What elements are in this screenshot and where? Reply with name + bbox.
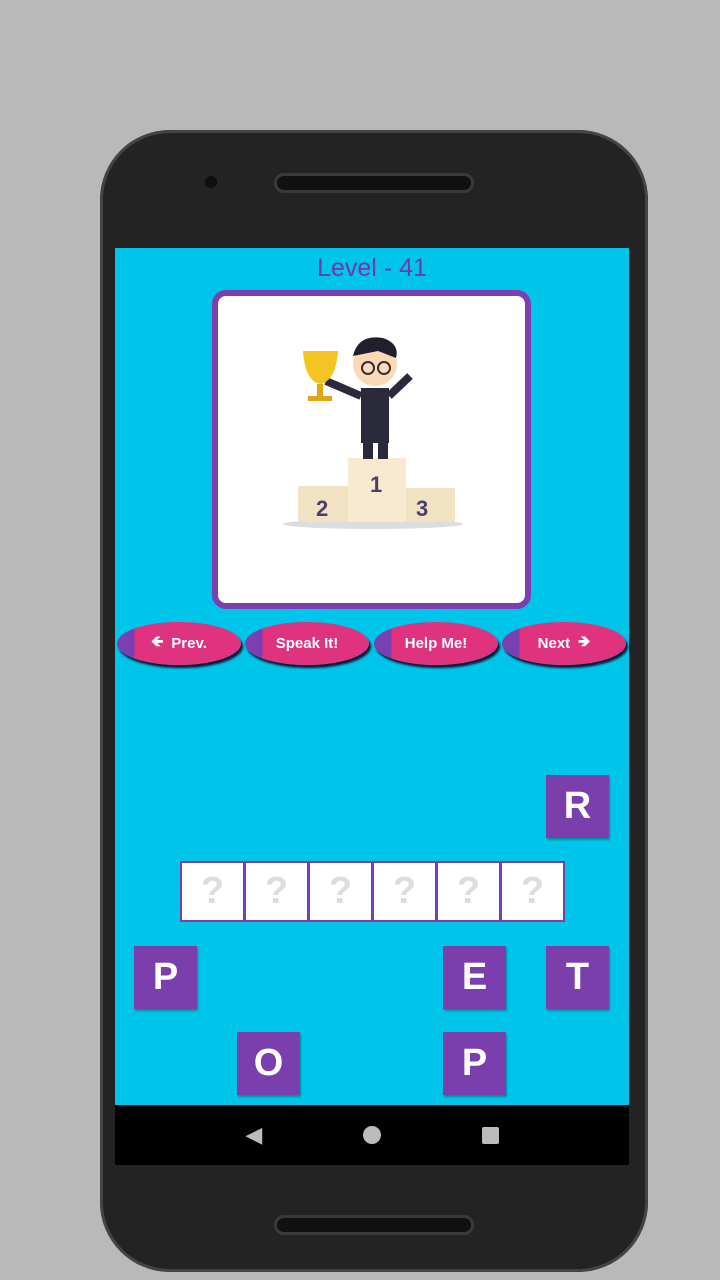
- camera: [205, 176, 217, 188]
- letter-tile[interactable]: O: [237, 1032, 300, 1095]
- podium-2: 2: [316, 496, 328, 521]
- answer-slot[interactable]: ?: [246, 863, 307, 920]
- back-icon[interactable]: ◀: [245, 1122, 262, 1148]
- help-label: Help Me!: [404, 635, 468, 652]
- answer-slot[interactable]: ?: [438, 863, 499, 920]
- next-label: Next: [537, 635, 571, 652]
- level-title: Level - 41: [317, 254, 427, 282]
- answer-slot[interactable]: ?: [374, 863, 435, 920]
- recents-icon[interactable]: [481, 1126, 499, 1144]
- answer-slots: ? ? ? ? ? ?: [180, 861, 565, 922]
- arrow-left-icon: 🡸: [151, 633, 164, 650]
- letter-tile[interactable]: P: [134, 946, 197, 1009]
- help-button[interactable]: Help Me!: [374, 622, 498, 665]
- home-icon[interactable]: [362, 1126, 381, 1144]
- answer-slot[interactable]: ?: [502, 863, 563, 920]
- podium-3: 3: [416, 496, 428, 521]
- navigation-bar: ◀: [115, 1105, 629, 1165]
- answer-slot[interactable]: ?: [182, 863, 243, 920]
- arrow-right-icon: 🡺: [578, 633, 591, 650]
- letter-tile[interactable]: P: [443, 1032, 506, 1095]
- puzzle-image: 1 2 3: [212, 290, 531, 609]
- speaker: [274, 173, 474, 193]
- letter-tile[interactable]: T: [546, 946, 609, 1009]
- speak-button[interactable]: Speak It!: [245, 622, 369, 665]
- speak-label: Speak It!: [275, 635, 339, 652]
- letter-tile[interactable]: R: [546, 775, 609, 838]
- next-button[interactable]: Next 🡺: [502, 622, 626, 665]
- prev-button[interactable]: 🡸 Prev.: [117, 622, 241, 665]
- game-screen: Level - 41 1 2 3 🡸 Prev. Speak It! Help M…: [115, 248, 629, 1105]
- prev-label: Prev.: [171, 635, 207, 652]
- podium-1: 1: [370, 472, 382, 497]
- bottom-speaker: [274, 1215, 474, 1235]
- letter-tile[interactable]: E: [443, 946, 506, 1009]
- answer-slot[interactable]: ?: [310, 863, 371, 920]
